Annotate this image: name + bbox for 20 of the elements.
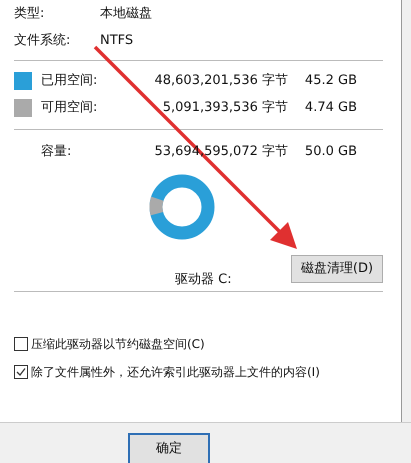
option-label: 压缩此驱动器以节约磁盘空间(C)	[31, 336, 205, 353]
space-bytes: 5,091,393,536 字节	[162, 98, 288, 117]
field-label: 类型:	[14, 4, 46, 23]
checkbox[interactable]	[14, 337, 28, 351]
checkbox[interactable]	[14, 365, 28, 379]
ok-button[interactable]: 确定	[128, 433, 210, 463]
space-label: 可用空间:	[41, 98, 98, 117]
disk-cleanup-button[interactable]: 磁盘清理(D)	[291, 255, 383, 283]
field-label: 文件系统:	[14, 32, 72, 50]
field-value: 本地磁盘	[100, 4, 152, 23]
space-bytes: 48,603,201,536 字节	[153, 72, 288, 90]
field-value: NTFS	[100, 32, 134, 50]
capacity-size: 50.0 GB	[304, 142, 357, 161]
space-label: 已用空间:	[41, 72, 98, 90]
capacity-label: 容量:	[40, 142, 72, 161]
checkmark-icon	[16, 367, 26, 377]
option-label: 除了文件属性外，还允许索引此驱动器上文件的内容(I)	[31, 364, 320, 381]
drive-label: 驱动器 C:	[175, 270, 232, 288]
space-size: 45.2 GB	[304, 72, 357, 90]
space-size: 4.74 GB	[304, 98, 357, 117]
